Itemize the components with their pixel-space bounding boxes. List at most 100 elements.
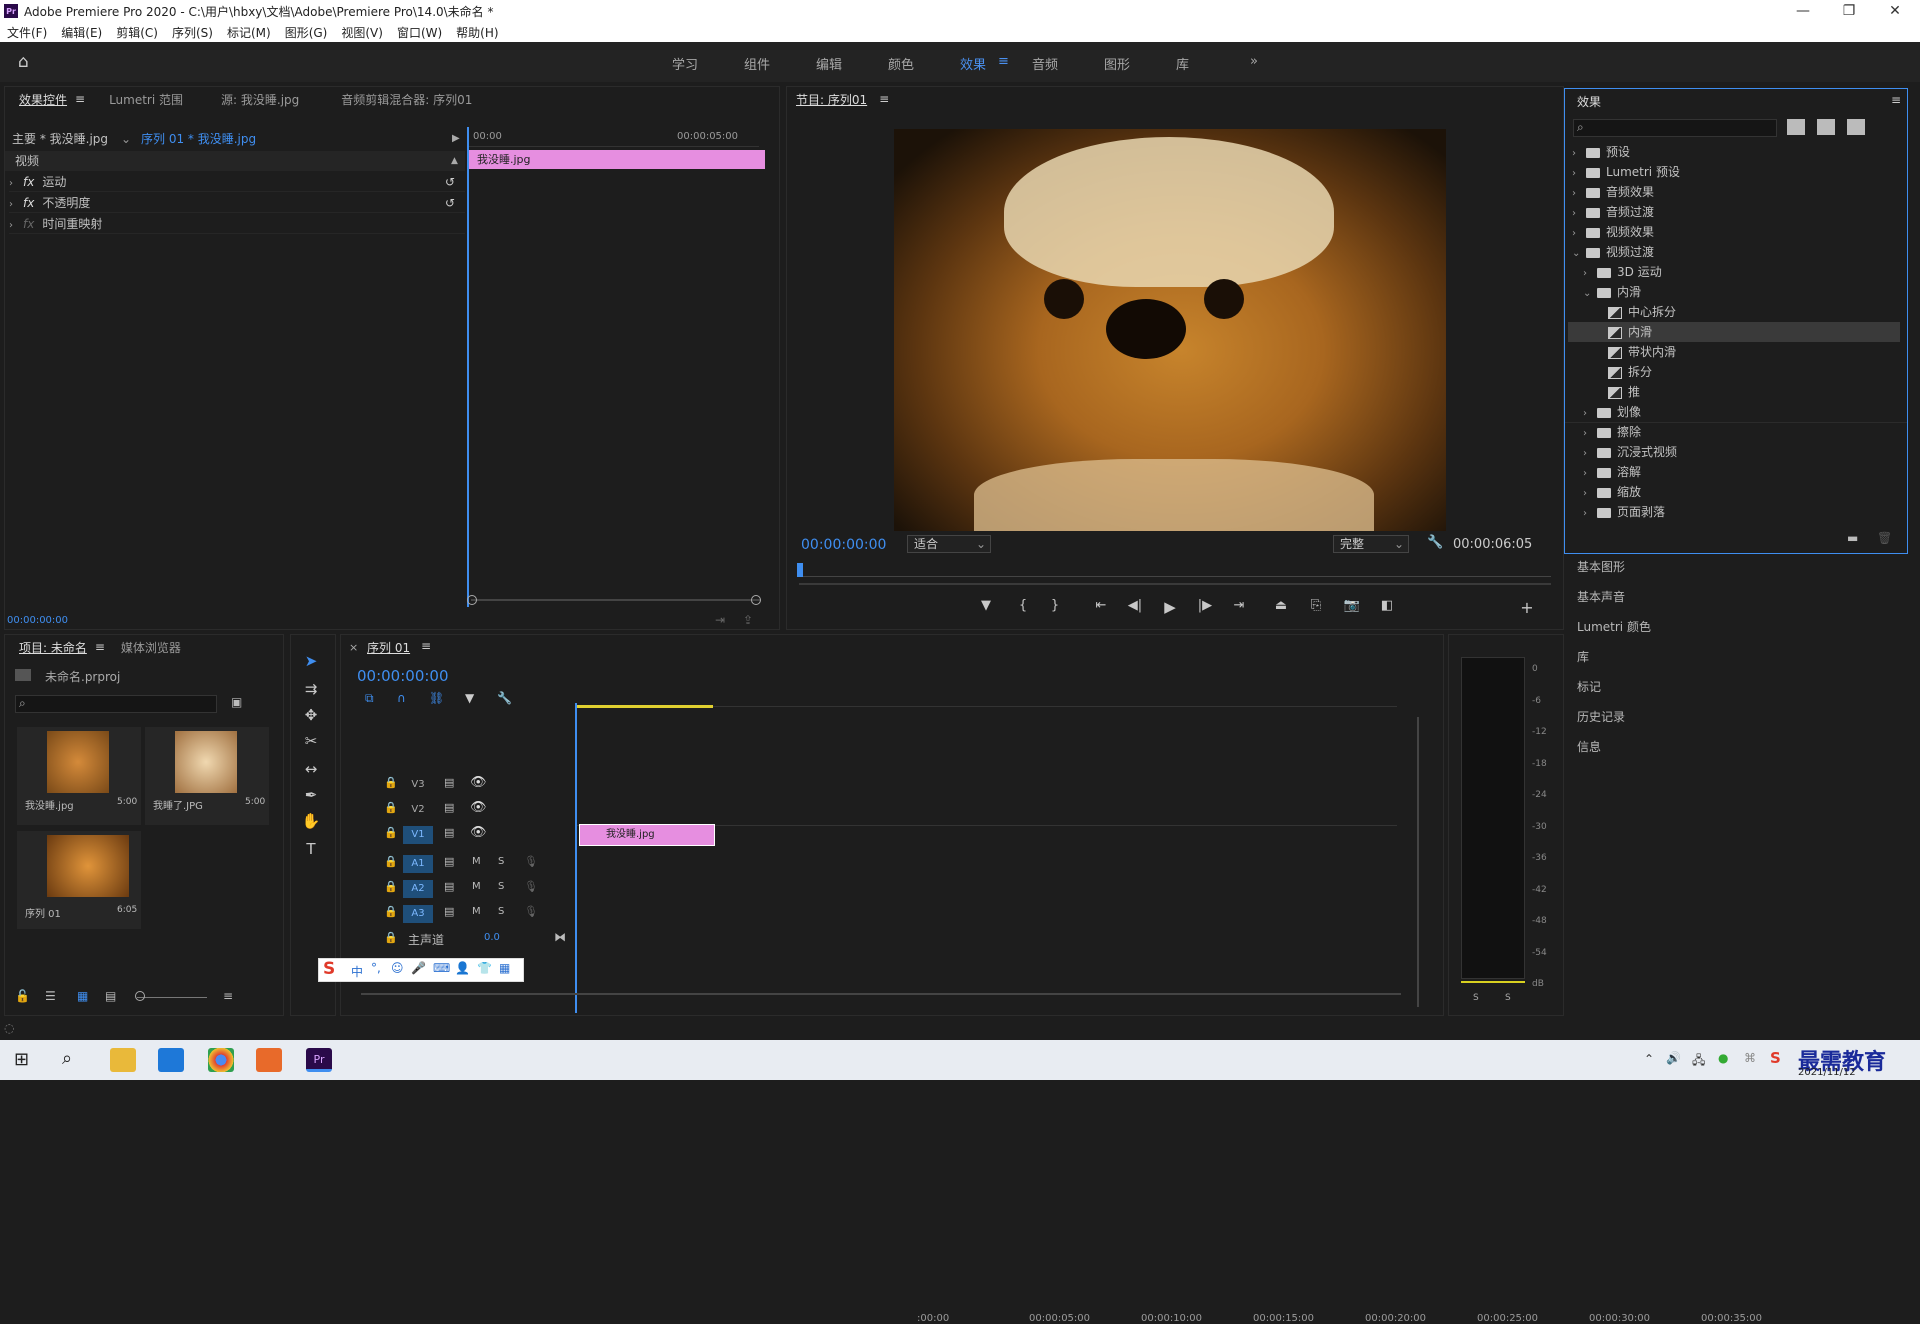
menu-help[interactable]: 帮助(H) — [449, 24, 505, 41]
zoom-slider[interactable] — [137, 997, 207, 998]
effects-search-input[interactable]: ⌕ — [1573, 119, 1777, 137]
play-only-icon[interactable]: ▶ — [452, 129, 460, 149]
export-frame-camera-icon[interactable]: 📷 — [1339, 598, 1365, 618]
close-button[interactable]: ✕ — [1872, 0, 1918, 22]
effects-tree-item[interactable]: ⌄ 视频过渡 — [1568, 242, 1900, 262]
solo-button[interactable]: S — [498, 856, 504, 867]
fit-dropdown[interactable]: 适合 ⌄ — [907, 535, 991, 553]
program-timecode[interactable]: 00:00:00:00 — [801, 537, 886, 553]
project-search-input[interactable]: ⌕ — [15, 695, 217, 713]
panel-menu-icon[interactable]: ≡ — [421, 639, 431, 653]
file-explorer-icon[interactable] — [110, 1048, 136, 1072]
mark-out-icon[interactable]: } — [1042, 598, 1068, 618]
panel-essential-graphics[interactable]: 基本图形 — [1577, 558, 1625, 575]
ime-toolbar[interactable]: S 中 °, ☺ 🎤 ⌨ 👤 👕 ▦ — [318, 958, 524, 982]
snap-magnet-icon[interactable]: ∩ — [397, 691, 406, 705]
pen-tool-icon[interactable]: ✒ — [298, 786, 324, 808]
tab-project[interactable]: 项目: 未命名 — [19, 639, 87, 656]
workspace-audio[interactable]: 音频 — [1032, 54, 1058, 73]
emoji-icon[interactable]: ☺ — [391, 961, 404, 975]
linked-selection-icon[interactable]: ⛓ — [429, 691, 444, 705]
tab-media-browser[interactable]: 媒体浏览器 — [121, 639, 181, 656]
effects-tree-item[interactable]: 带状内滑 — [1568, 342, 1900, 362]
track-target-toggle[interactable]: V2 — [403, 801, 433, 819]
lock-track-icon[interactable]: 🔒 — [384, 826, 398, 839]
32bit-effects-icon[interactable] — [1817, 119, 1835, 135]
maximize-button[interactable]: ❐ — [1826, 0, 1872, 22]
razor-tool-icon[interactable]: ✂ — [298, 732, 324, 754]
effects-tree-item[interactable]: › Lumetri 预设 — [1568, 162, 1900, 182]
chevron-down-icon[interactable]: ⌄ — [1572, 244, 1586, 264]
menu-edit[interactable]: 编辑(E) — [54, 24, 109, 41]
quality-dropdown[interactable]: 完整 ⌄ — [1333, 535, 1409, 553]
menu-file[interactable]: 文件(F) — [0, 24, 54, 41]
tab-audio-mixer[interactable]: 音频剪辑混合器: 序列01 — [341, 91, 472, 108]
audio-track-header[interactable]: 🔒 A1 ▤ M S 🎙 — [340, 853, 575, 875]
sync-lock-icon[interactable]: ▤ — [444, 880, 454, 893]
eye-toggle-icon[interactable]: 👁 — [470, 825, 487, 840]
fx-icon[interactable]: fx — [23, 175, 34, 189]
track-target-toggle[interactable]: V3 — [403, 776, 433, 794]
lock-track-icon[interactable]: 🔒 — [384, 931, 398, 944]
solo-button[interactable]: S — [498, 906, 504, 917]
slip-tool-icon[interactable]: ↔ — [298, 760, 324, 782]
panel-menu-icon[interactable]: ≡ — [95, 640, 105, 654]
export-frame-icon[interactable]: ⇥ — [715, 613, 725, 627]
step-back-icon[interactable]: ◀| — [1122, 598, 1148, 618]
effects-tree-item[interactable]: › 音频过渡 — [1568, 202, 1900, 222]
mute-button[interactable]: M — [472, 906, 481, 917]
type-tool-icon[interactable]: T — [298, 840, 324, 862]
effect-clip-bar[interactable]: 我没睡.jpg — [469, 150, 765, 169]
project-item[interactable]: 我睡了.JPG 5:00 — [145, 727, 269, 825]
lock-track-icon[interactable]: 🔒 — [384, 880, 398, 893]
mute-button[interactable]: M — [472, 856, 481, 867]
effects-tree-item[interactable]: › 划像 — [1568, 402, 1900, 422]
effect-timecode[interactable]: 00:00:00:00 — [7, 615, 68, 626]
horizontal-scrollbar[interactable] — [361, 993, 1401, 995]
fx-icon[interactable]: fx — [23, 196, 34, 210]
tray-chevron-icon[interactable]: ⌃ — [1644, 1052, 1654, 1066]
expand-chevron-icon[interactable]: › — [9, 174, 23, 194]
panel-menu-icon[interactable]: ≡ — [1891, 93, 1901, 107]
chrome-browser-icon[interactable] — [208, 1048, 234, 1072]
work-area-bar[interactable] — [577, 705, 713, 708]
effects-tree-item[interactable]: › 音频效果 — [1568, 182, 1900, 202]
workspace-effects[interactable]: 效果 — [960, 54, 986, 73]
effect-row-opacity[interactable]: › fx 不透明度 — [9, 193, 465, 213]
lift-icon[interactable]: ⏏ — [1268, 598, 1294, 618]
delete-icon[interactable]: 🗑 — [1877, 531, 1892, 545]
voiceover-mic-icon[interactable]: 🎙 — [524, 855, 538, 868]
track-target-toggle[interactable]: V1 — [403, 826, 433, 844]
effects-tree-item[interactable]: › 擦除 — [1568, 422, 1900, 442]
master-volume-value[interactable]: 0.0 — [484, 932, 500, 943]
ripple-edit-tool-icon[interactable]: ✥ — [298, 706, 324, 728]
comparison-view-icon[interactable]: ◧ — [1374, 598, 1400, 618]
menu-markers[interactable]: 标记(M) — [220, 24, 278, 41]
voiceover-mic-icon[interactable]: 🎙 — [524, 880, 538, 893]
video-track-header[interactable]: 🔒 V2 ▤ 👁 — [340, 799, 575, 821]
settings-wrench-icon[interactable]: 🔧 — [1427, 535, 1443, 550]
audio-track-header[interactable]: 🔒 A2 ▤ M S 🎙 — [340, 878, 575, 900]
program-scrollbar[interactable] — [799, 583, 1551, 585]
video-preview[interactable] — [894, 129, 1446, 531]
effects-tree-item[interactable]: › 缩放 — [1568, 482, 1900, 502]
chevron-right-icon[interactable]: › — [1572, 224, 1586, 244]
chevron-right-icon[interactable]: › — [1583, 404, 1597, 424]
go-to-out-icon[interactable]: ⇥ — [1226, 598, 1252, 618]
nest-icon[interactable]: ⧉ — [365, 691, 374, 706]
button-editor-plus-icon[interactable]: + — [1514, 598, 1540, 618]
effect-row-time-remap[interactable]: › fx 时间重映射 — [9, 214, 465, 234]
workspace-color[interactable]: 颜色 — [888, 54, 914, 73]
minimize-button[interactable]: — — [1780, 0, 1826, 22]
menu-sequence[interactable]: 序列(S) — [165, 24, 220, 41]
add-marker-icon[interactable]: ▼ — [973, 598, 999, 618]
panel-menu-icon[interactable]: ≡ — [879, 92, 889, 106]
chevron-right-icon[interactable]: › — [1572, 144, 1586, 164]
eye-toggle-icon[interactable]: 👁 — [470, 775, 487, 790]
program-playhead[interactable] — [797, 563, 803, 577]
menu-clip[interactable]: 剪辑(C) — [109, 24, 165, 41]
keyboard-icon[interactable]: ⌨ — [433, 961, 450, 975]
zoom-handle-right[interactable] — [751, 595, 761, 605]
premiere-taskbar-icon[interactable]: Pr — [306, 1048, 332, 1072]
master-clip-label[interactable]: 主要 * 我没睡.jpg — [12, 129, 108, 149]
